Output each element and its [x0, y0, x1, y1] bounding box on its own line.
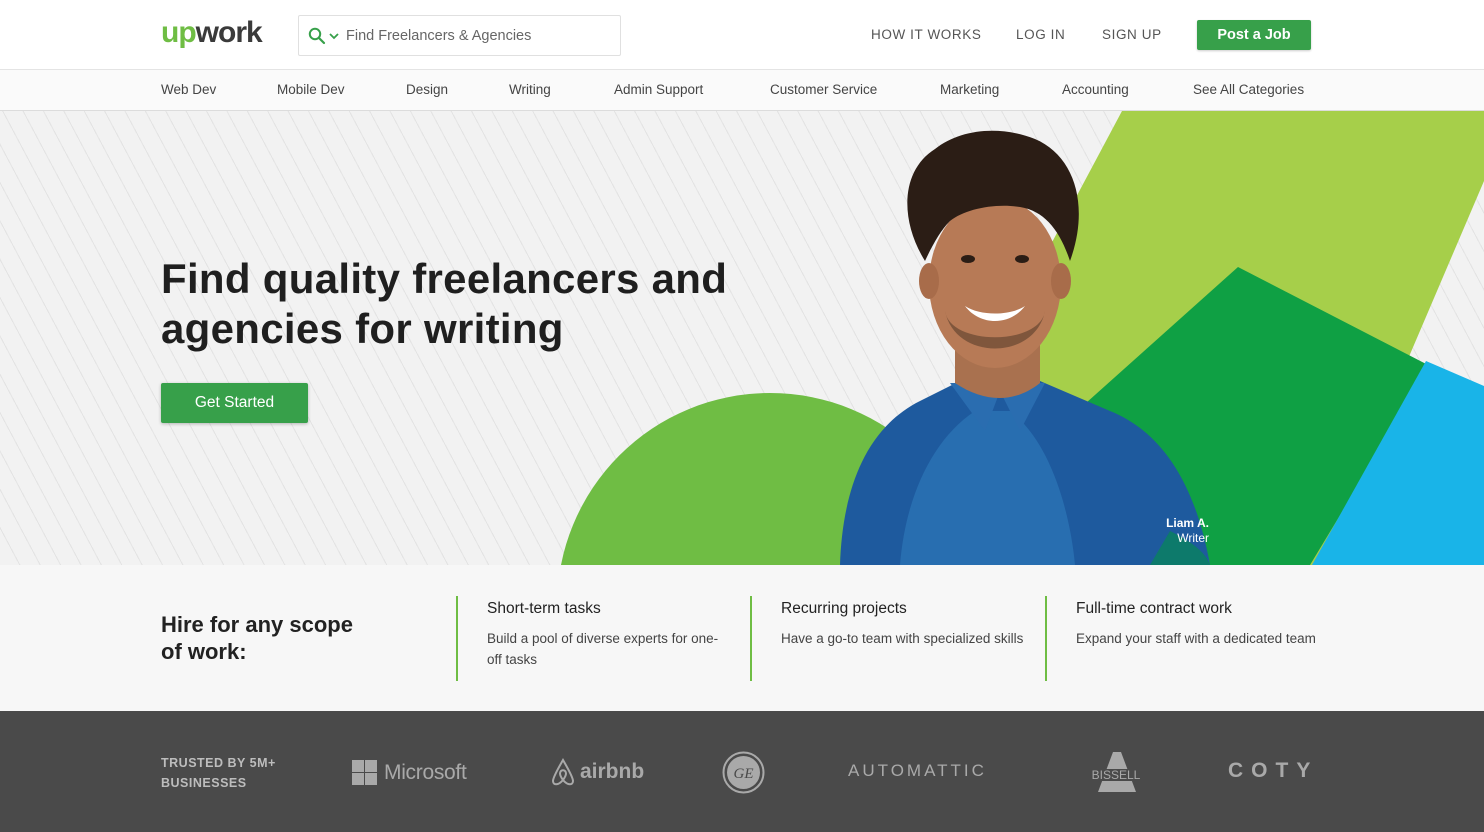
category-accounting[interactable]: Accounting	[1062, 82, 1129, 97]
scope-item-full-time: Full-time contract work Expand your staf…	[1045, 596, 1325, 681]
brand-name: BISSELL	[1092, 768, 1141, 782]
scope-heading: Hire for any scope of work:	[161, 611, 401, 665]
logo-part-work: work	[195, 16, 263, 49]
category-web-dev[interactable]: Web Dev	[161, 82, 216, 97]
scope-item-title: Short-term tasks	[487, 600, 601, 617]
post-a-job-button[interactable]: Post a Job	[1197, 20, 1311, 50]
hero-heading-line-1: Find quality freelancers and	[161, 255, 728, 302]
trusted-label-line-2: BUSINESSES	[161, 776, 247, 790]
logo-part-up: up	[161, 16, 197, 49]
category-design[interactable]: Design	[406, 82, 448, 97]
get-started-button[interactable]: Get Started	[161, 383, 308, 423]
brand-airbnb: airbnb	[550, 757, 644, 787]
hero-heading-line-2: agencies for writing	[161, 305, 564, 352]
scope-item-title: Full-time contract work	[1076, 600, 1232, 617]
category-see-all[interactable]: See All Categories	[1193, 82, 1304, 97]
hero-banner: Find quality freelancers and agencies fo…	[0, 111, 1484, 565]
airbnb-logo-icon	[551, 757, 575, 786]
search-icon[interactable]	[308, 27, 326, 45]
site-header: upwork HOW IT WORKS LOG IN SIGN UP Post …	[0, 0, 1484, 70]
brand-name: AUTOMATTIC	[848, 761, 987, 780]
category-admin-support[interactable]: Admin Support	[614, 82, 703, 97]
hero-heading: Find quality freelancers and agencies fo…	[161, 254, 727, 354]
scope-item-recurring: Recurring projects Have a go-to team wit…	[750, 596, 1030, 681]
trusted-by-section: TRUSTED BY 5M+ BUSINESSES Microsoft airb…	[0, 711, 1484, 832]
scope-item-description: Build a pool of diverse experts for one-…	[487, 631, 719, 667]
scope-heading-line-1: Hire for any scope	[161, 612, 353, 637]
search-box[interactable]	[298, 15, 621, 56]
category-writing[interactable]: Writing	[509, 82, 551, 97]
category-customer-service[interactable]: Customer Service	[770, 82, 877, 97]
brand-ge: GE	[722, 751, 765, 794]
nav-log-in[interactable]: LOG IN	[1016, 27, 1065, 42]
brand-automattic: AUTOMATTIC	[848, 761, 987, 781]
brand-name: GE	[734, 766, 754, 782]
person-caption: Liam A. Writer	[1166, 516, 1209, 546]
scope-of-work-section: Hire for any scope of work: Short-term t…	[0, 565, 1484, 711]
scope-heading-line-2: of work:	[161, 639, 247, 664]
brand-bissell: BISSELL	[1088, 752, 1146, 794]
trusted-label: TRUSTED BY 5M+ BUSINESSES	[161, 753, 276, 793]
person-role: Writer	[1177, 531, 1209, 545]
ge-logo-icon: GE	[722, 751, 765, 794]
brand-name: Microsoft	[384, 760, 467, 784]
upwork-logo[interactable]: up work	[161, 16, 263, 52]
brand-coty: COTY	[1228, 759, 1318, 783]
brand-microsoft: Microsoft	[352, 760, 467, 785]
scope-item-description: Have a go-to team with specialized skill…	[781, 631, 1024, 646]
person-name: Liam A.	[1166, 516, 1209, 530]
search-input[interactable]	[346, 27, 596, 44]
chevron-down-icon[interactable]	[328, 31, 340, 41]
scope-item-description: Expand your staff with a dedicated team	[1076, 631, 1316, 646]
category-mobile-dev[interactable]: Mobile Dev	[277, 82, 345, 97]
brand-name: COTY	[1228, 759, 1319, 782]
scope-item-title: Recurring projects	[781, 600, 907, 617]
category-marketing[interactable]: Marketing	[940, 82, 999, 97]
trusted-label-line-1: TRUSTED BY 5M+	[161, 756, 276, 770]
brand-name: airbnb	[580, 760, 645, 783]
bissell-logo-icon: BISSELL	[1088, 752, 1146, 792]
category-nav: Web Dev Mobile Dev Design Writing Admin …	[0, 70, 1484, 111]
nav-how-it-works[interactable]: HOW IT WORKS	[871, 27, 981, 42]
scope-item-short-term: Short-term tasks Build a pool of diverse…	[456, 596, 736, 681]
microsoft-logo-icon	[352, 760, 377, 785]
nav-sign-up[interactable]: SIGN UP	[1102, 27, 1162, 42]
